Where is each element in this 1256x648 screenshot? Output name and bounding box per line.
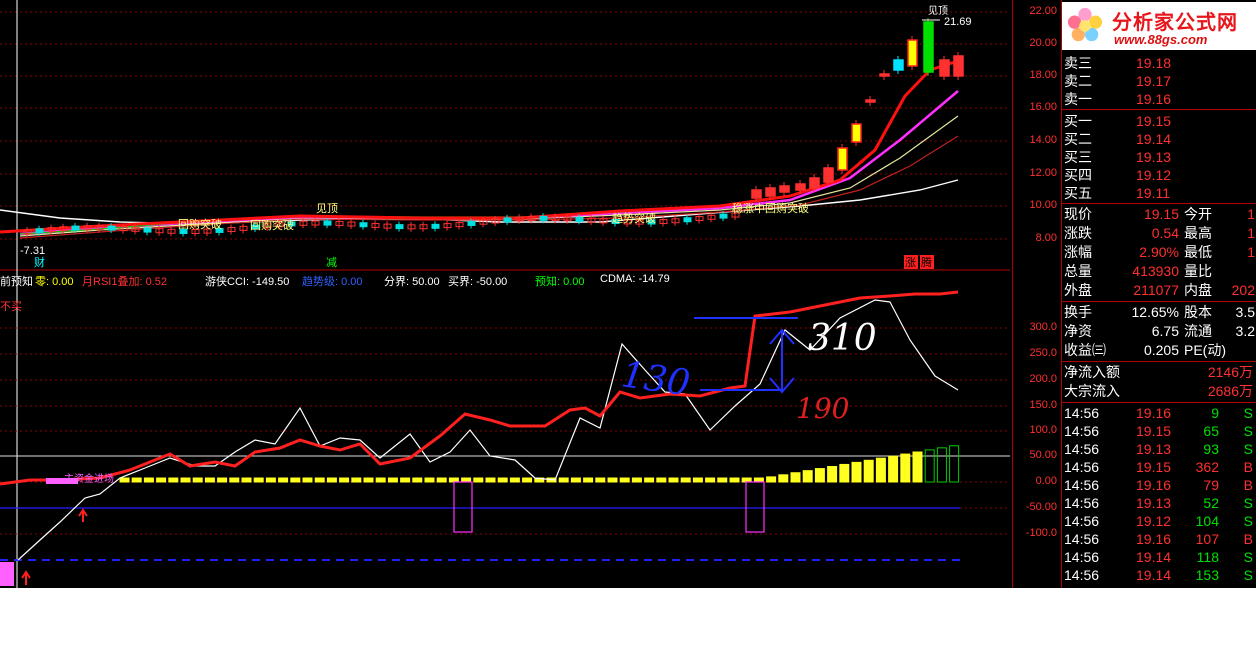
ask-row: 卖三 19.18	[1064, 55, 1172, 71]
bid-row: 买一 19.15	[1064, 113, 1172, 129]
stat2-row: 收益㈢ 0.205 PE(动)	[1064, 342, 1226, 358]
ind-trend: 趋势级: 0.00	[302, 276, 363, 288]
annotation-breakout-1: 回购突破	[178, 217, 222, 231]
tick-row: 14:56 19.15 362 B	[1064, 459, 1253, 475]
tick-row: 14:56 19.12 104 S	[1064, 513, 1253, 529]
top-signal-label: 见顶	[928, 5, 948, 17]
indicator-tick: 50.00	[1029, 449, 1057, 461]
indicator-tick: 200.0	[1029, 373, 1057, 385]
indicator-tick: -100.0	[1025, 527, 1057, 539]
tick-row: 14:56 19.15 65 S	[1064, 423, 1253, 439]
indicator-tick: 150.0	[1029, 399, 1057, 411]
tick-row: 14:56 19.16 107 B	[1064, 531, 1253, 547]
price-tick: 16.00	[1029, 101, 1057, 113]
ind-cci: 游侠CCI: -149.50	[205, 276, 290, 288]
stat2-row: 换手 12.65% 股本 3.5	[1064, 304, 1255, 320]
annotation-breakout-2: 回购突破	[250, 218, 294, 232]
indicator-tick: 300.0	[1029, 321, 1057, 333]
flow-row: 净流入额 2146万	[1064, 364, 1253, 380]
stat-row: 涨幅 2.90% 最低 1	[1064, 244, 1255, 260]
bid-row: 买二 19.14	[1064, 131, 1172, 147]
ind-maijie: 买界: -50.00	[448, 276, 508, 288]
label-zhang: 涨	[905, 256, 916, 269]
ma-magenta-line	[19, 90, 959, 236]
tick-row: 14:56 19.14 118 S	[1064, 549, 1253, 565]
ind-rsi: 月RSI1叠加: 0.52	[82, 276, 167, 288]
flower-icon	[1067, 7, 1103, 42]
tick-row: 14:56 19.16 9 S	[1064, 405, 1253, 421]
chart-area[interactable]: 21.69 -7.31 见顶 见顶 回购突破 回购突破 趋势突破 稳涨中回购突破…	[0, 0, 1010, 588]
annotation-steady: 稳涨中回购突破	[732, 201, 809, 215]
indicator-side-label: 不买	[0, 301, 22, 313]
handwriting-c: 190	[796, 392, 849, 425]
stat-row: 涨跌 0.54 最高 1	[1064, 225, 1255, 241]
annotation-trend: 趋势突破	[612, 211, 656, 225]
tick-row: 14:56 19.13 93 S	[1064, 441, 1253, 457]
handwriting-b: 310	[808, 318, 877, 359]
bid-row: 买四 19.12	[1064, 167, 1172, 183]
ind-cdma: CDMA: -14.79	[600, 273, 670, 285]
label-jian: 减	[326, 256, 337, 269]
indicator-inline-label: 主资金进场	[64, 474, 114, 485]
indicator-bars	[119, 445, 960, 483]
ask-row: 卖一 19.16	[1064, 91, 1172, 107]
price-tick: 12.00	[1029, 167, 1057, 179]
high-price-label: 21.69	[944, 16, 972, 28]
flow-row: 大宗流入 2686万	[1064, 383, 1253, 399]
handwriting-a: 130	[619, 354, 693, 404]
ma-red-line	[0, 59, 959, 234]
tick-row: 14:56 19.13 52 S	[1064, 495, 1253, 511]
price-tick: 14.00	[1029, 134, 1057, 146]
bid-row: 买五 19.11	[1064, 185, 1170, 201]
quote-panel: 卖三 19.18 卖二 19.17 卖一 19.16 买一 19.15 买二 19.14 买三 19.…	[1061, 0, 1256, 588]
tick-row: 14:56 19.14 153 S	[1064, 567, 1253, 583]
price-tick: 8.00	[1035, 232, 1057, 244]
price-tick: 10.00	[1029, 199, 1057, 211]
annotation-top: 见顶	[316, 202, 338, 215]
price-tick: 18.00	[1029, 69, 1057, 81]
price-tick: 20.00	[1029, 37, 1057, 49]
label-teng: 腾	[921, 255, 932, 269]
ask-row: 卖二 19.17	[1064, 73, 1172, 89]
tick-row: 14:56 19.16 79 B	[1064, 477, 1253, 493]
stat-row: 现价 19.15 今开 1	[1064, 206, 1255, 222]
indicator-tick: -50.00	[1025, 501, 1057, 513]
stat-row: 外盘 211077 内盘 202	[1064, 282, 1255, 298]
logo-url: www.88gs.com	[1114, 32, 1208, 47]
value-axis: 22.00 20.00 18.00 16.00 14.00 12.00 10.00 8.00 …	[1012, 0, 1061, 588]
label-cai: 财	[34, 255, 45, 269]
stock-terminal-screen: 21.69 -7.31 见顶 见顶 回购突破 回购突破 趋势突破 稳涨中回购突破…	[0, 0, 1256, 588]
site-logo[interactable]: 分析家公式网 www.88gs.com	[1062, 2, 1256, 50]
ind-yuzhi: 预知: 0.00	[535, 276, 585, 288]
indicator-tick: 0.00	[1035, 475, 1057, 487]
price-tick: 22.00	[1029, 5, 1057, 17]
ind-fenjie: 分界: 50.00	[384, 276, 440, 288]
bid-row: 买三 19.13	[1064, 149, 1172, 165]
ind-qianyuzhi: 前预知	[0, 276, 33, 288]
indicator-tick: 250.0	[1029, 347, 1057, 359]
ind-zero: 零: 0.00	[35, 276, 74, 288]
indicator-tick: 100.0	[1029, 424, 1057, 436]
stat-row: 总量 413930 量比	[1064, 263, 1212, 279]
logo-title: 分析家公式网	[1112, 10, 1238, 34]
stat2-row: 净资 6.75 流通 3.2	[1064, 323, 1255, 339]
